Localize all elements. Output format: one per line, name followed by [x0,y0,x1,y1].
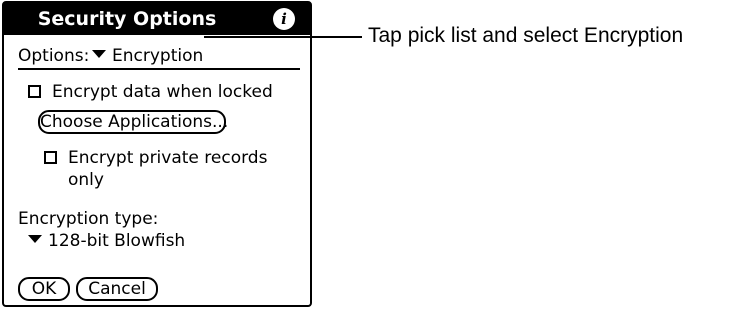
info-icon[interactable]: i [273,8,295,30]
encrypt-locked-label: Encrypt data when locked [52,82,273,102]
options-picklist[interactable]: Encryption [92,44,203,68]
title-bar: Security Options i [4,3,310,35]
encrypt-private-checkbox[interactable] [44,151,57,164]
cancel-button[interactable]: Cancel [76,277,158,301]
options-picklist-value: Encryption [112,46,204,66]
options-divider [18,68,300,70]
encrypt-private-label-line1: Encrypt private records [68,148,268,168]
choose-applications-button[interactable]: Choose Applications... [38,110,228,134]
ok-button[interactable]: OK [18,277,70,301]
encrypt-private-label-line2: only [68,170,104,190]
encrypt-private-row[interactable]: Encrypt private records only [42,147,282,191]
encryption-type-picklist[interactable]: 128-bit Blowfish [28,230,185,252]
callout-text: Tap pick list and select Encryption [368,24,684,47]
options-label: Options: [18,46,90,66]
encryption-type-label: Encryption type: [18,209,159,229]
encrypt-locked-row[interactable]: Encrypt data when locked [26,81,286,103]
security-options-dialog: Security Options i Options: Encryption E… [2,1,312,307]
encryption-type-value: 128-bit Blowfish [48,231,186,251]
encrypt-locked-checkbox[interactable] [28,85,41,98]
callout-leader-line [204,36,362,38]
dropdown-triangle-icon [28,235,42,243]
dropdown-triangle-icon [92,50,106,58]
dialog-title: Security Options [37,8,217,30]
